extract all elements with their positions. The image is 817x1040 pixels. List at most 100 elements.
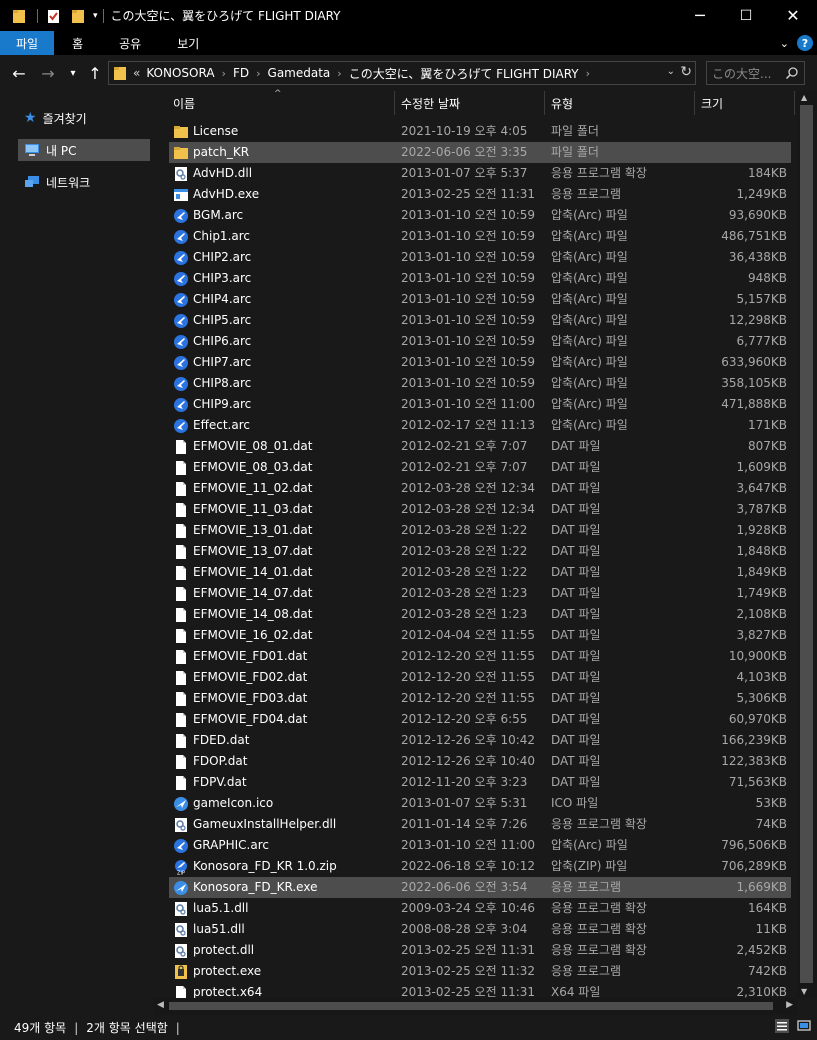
maximize-button[interactable]: ☐ bbox=[723, 0, 769, 31]
nav-item-quick-access[interactable]: ★ 즐겨찾기 bbox=[18, 107, 150, 129]
breadcrumb-konosora[interactable]: KONOSORA bbox=[146, 66, 214, 80]
file-row[interactable]: EFMOVIE_14_01.dat 2012-03-28 오전 1:22 DAT 파… bbox=[169, 562, 791, 583]
file-size: 5,157KB bbox=[736, 292, 787, 306]
file-row[interactable]: EFMOVIE_11_02.dat 2012-03-28 오전 12:34 DAT … bbox=[169, 478, 791, 499]
tab-share[interactable]: 공유 bbox=[101, 31, 159, 55]
breadcrumb-current[interactable]: この大空に、翼をひろげて FLIGHT DIARY bbox=[349, 65, 579, 82]
file-row[interactable]: EFMOVIE_FD01.dat 2012-12-20 오전 11:55 DAT 파… bbox=[169, 646, 791, 667]
file-row[interactable]: EFMOVIE_14_07.dat 2012-03-28 오전 1:23 DAT 파… bbox=[169, 583, 791, 604]
file-row[interactable]: EFMOVIE_16_02.dat 2012-04-04 오전 11:55 DAT … bbox=[169, 625, 791, 646]
file-row[interactable]: FDOP.dat 2012-12-26 오후 10:40 DAT 파일 122,383… bbox=[169, 751, 791, 772]
file-type: DAT 파일 bbox=[551, 649, 601, 663]
file-row[interactable]: lua51.dll 2008-08-28 오후 3:04 응용 프로그램 확장 11K… bbox=[169, 919, 791, 940]
file-row[interactable]: EFMOVIE_FD03.dat 2012-12-20 오전 11:55 DAT 파… bbox=[169, 688, 791, 709]
file-row[interactable]: EFMOVIE_13_01.dat 2012-03-28 오전 1:22 DAT 파… bbox=[169, 520, 791, 541]
new-folder-icon[interactable] bbox=[67, 5, 89, 27]
properties-icon[interactable] bbox=[43, 5, 65, 27]
horizontal-scrollbar[interactable]: ◀ ▶ bbox=[153, 998, 797, 1015]
file-row[interactable]: Konosora_FD_KR.exe 2022-06-06 오전 3:54 응용 프… bbox=[169, 877, 791, 898]
file-name: EFMOVIE_FD03.dat bbox=[193, 691, 308, 705]
up-button[interactable]: ↑ bbox=[84, 62, 106, 84]
file-row[interactable]: CHIP4.arc 2013-01-10 오전 10:59 압축(Arc) 파일 5,… bbox=[169, 289, 791, 310]
file-row[interactable]: Chip1.arc 2013-01-10 오전 10:59 압축(Arc) 파일 48… bbox=[169, 226, 791, 247]
file-row[interactable]: EFMOVIE_11_03.dat 2012-03-28 오전 12:34 DAT … bbox=[169, 499, 791, 520]
file-row[interactable]: EFMOVIE_08_03.dat 2012-02-21 오후 7:07 DAT 파… bbox=[169, 457, 791, 478]
column-header-size[interactable]: 크기 bbox=[695, 91, 795, 115]
file-row[interactable]: CHIP7.arc 2013-01-10 오전 10:59 압축(Arc) 파일 63… bbox=[169, 352, 791, 373]
breadcrumb-overflow[interactable]: « bbox=[133, 66, 140, 80]
file-type: DAT 파일 bbox=[551, 754, 601, 768]
minimize-button[interactable]: ─ bbox=[677, 0, 723, 31]
file-row[interactable]: GameuxInstallHelper.dll 2011-01-14 오후 7:2… bbox=[169, 814, 791, 835]
file-type: DAT 파일 bbox=[551, 691, 601, 705]
file-row[interactable]: CHIP5.arc 2013-01-10 오전 10:59 압축(Arc) 파일 12… bbox=[169, 310, 791, 331]
file-row[interactable]: BGM.arc 2013-01-10 오전 10:59 압축(Arc) 파일 93,6… bbox=[169, 205, 791, 226]
column-header-type[interactable]: 유형 bbox=[545, 91, 695, 115]
file-row[interactable]: GRAPHIC.arc 2013-01-10 오전 11:00 압축(Arc) 파일… bbox=[169, 835, 791, 856]
search-box[interactable]: この大空... bbox=[706, 61, 805, 85]
customize-toolbar-icon[interactable]: ▾ bbox=[93, 11, 98, 21]
close-button[interactable]: ✕ bbox=[770, 0, 816, 31]
breadcrumb-separator[interactable]: › bbox=[337, 67, 341, 80]
large-icons-view-icon[interactable] bbox=[797, 1019, 811, 1033]
tab-file[interactable]: 파일 bbox=[0, 31, 55, 55]
scroll-right-icon[interactable]: ▶ bbox=[786, 1000, 793, 1010]
details-view-icon[interactable] bbox=[775, 1019, 789, 1033]
vertical-scroll-thumb[interactable] bbox=[800, 105, 813, 983]
file-row[interactable]: CHIP3.arc 2013-01-10 오전 10:59 압축(Arc) 파일 94… bbox=[169, 268, 791, 289]
file-row[interactable]: Effect.arc 2012-02-17 오전 11:13 압축(Arc) 파일 1… bbox=[169, 415, 791, 436]
file-row[interactable]: protect.dll 2013-02-25 오전 11:31 응용 프로그램 확장… bbox=[169, 940, 791, 961]
nav-item-network[interactable]: 네트워크 bbox=[18, 171, 150, 193]
file-row[interactable]: CHIP6.arc 2013-01-10 오전 10:59 압축(Arc) 파일 6,… bbox=[169, 331, 791, 352]
file-type: 압축(Arc) 파일 bbox=[551, 397, 628, 411]
breadcrumb-separator[interactable]: › bbox=[586, 67, 590, 80]
file-row[interactable]: License 2021-10-19 오후 4:05 파일 폴더 bbox=[169, 121, 791, 142]
scroll-down-icon[interactable]: ▼ bbox=[801, 987, 807, 996]
file-name: GRAPHIC.arc bbox=[193, 838, 269, 852]
breadcrumb-separator[interactable]: › bbox=[256, 67, 260, 80]
address-dropdown-icon[interactable]: ⌄ bbox=[667, 66, 675, 77]
file-row[interactable]: gameIcon.ico 2013-01-07 오후 5:31 ICO 파일 53KB bbox=[169, 793, 791, 814]
file-row[interactable]: EFMOVIE_08_01.dat 2012-02-21 오후 7:07 DAT 파… bbox=[169, 436, 791, 457]
file-icon bbox=[173, 754, 189, 770]
file-row[interactable]: protect.exe 2013-02-25 오전 11:32 응용 프로그램 742… bbox=[169, 961, 791, 982]
file-date: 2012-12-20 오전 11:55 bbox=[401, 670, 536, 684]
column-header-name[interactable]: 이름 bbox=[167, 91, 395, 115]
recent-locations-icon[interactable]: ▾ bbox=[62, 62, 84, 84]
file-row[interactable]: FDED.dat 2012-12-26 오후 10:42 DAT 파일 166,239… bbox=[169, 730, 791, 751]
file-row[interactable]: patch_KR 2022-06-06 오전 3:35 파일 폴더 bbox=[169, 142, 791, 163]
file-row[interactable]: EFMOVIE_14_08.dat 2012-03-28 오전 1:23 DAT 파… bbox=[169, 604, 791, 625]
column-header-date[interactable]: 수정한 날짜 bbox=[395, 91, 545, 115]
file-row[interactable]: CHIP2.arc 2013-01-10 오전 10:59 압축(Arc) 파일 36… bbox=[169, 247, 791, 268]
file-row[interactable]: CHIP8.arc 2013-01-10 오전 10:59 압축(Arc) 파일 35… bbox=[169, 373, 791, 394]
file-row[interactable]: EFMOVIE_FD02.dat 2012-12-20 오전 11:55 DAT 파… bbox=[169, 667, 791, 688]
file-size: 358,105KB bbox=[721, 376, 787, 390]
file-row[interactable]: CHIP9.arc 2013-01-10 오전 11:00 압축(Arc) 파일 47… bbox=[169, 394, 791, 415]
breadcrumb-fd[interactable]: FD bbox=[233, 66, 249, 80]
file-type: DAT 파일 bbox=[551, 670, 601, 684]
horizontal-scroll-thumb[interactable] bbox=[169, 1002, 773, 1010]
nav-item-this-pc[interactable]: 내 PC bbox=[18, 139, 150, 161]
help-icon[interactable]: ? bbox=[797, 35, 813, 51]
file-size: 3,647KB bbox=[736, 481, 787, 495]
breadcrumb-separator[interactable]: › bbox=[222, 67, 226, 80]
breadcrumb-gamedata[interactable]: Gamedata bbox=[268, 66, 331, 80]
tab-view[interactable]: 보기 bbox=[159, 31, 217, 55]
file-row[interactable]: ZIP Konosora_FD_KR 1.0.zip 2022-06-18 오후 1… bbox=[169, 856, 791, 877]
back-button[interactable]: ← bbox=[8, 62, 30, 84]
file-row[interactable]: FDPV.dat 2012-11-20 오후 3:23 DAT 파일 71,563KB bbox=[169, 772, 791, 793]
scroll-left-icon[interactable]: ◀ bbox=[157, 1000, 164, 1010]
expand-ribbon-icon[interactable]: ⌄ bbox=[780, 37, 789, 50]
refresh-icon[interactable]: ↻ bbox=[680, 64, 692, 80]
vertical-scrollbar[interactable]: ▲ ▼ bbox=[797, 91, 817, 998]
scroll-up-icon[interactable]: ▲ bbox=[801, 93, 807, 102]
file-row[interactable]: lua5.1.dll 2009-03-24 오후 10:46 응용 프로그램 확장 1… bbox=[169, 898, 791, 919]
tab-home[interactable]: 홈 bbox=[54, 31, 101, 55]
file-row[interactable]: AdvHD.exe 2013-02-25 오전 11:31 응용 프로그램 1,249… bbox=[169, 184, 791, 205]
file-icon bbox=[173, 733, 189, 749]
file-row[interactable]: EFMOVIE_13_07.dat 2012-03-28 오전 1:22 DAT 파… bbox=[169, 541, 791, 562]
file-row[interactable]: EFMOVIE_FD04.dat 2012-12-20 오후 6:55 DAT 파일… bbox=[169, 709, 791, 730]
file-row[interactable]: AdvHD.dll 2013-01-07 오후 5:37 응용 프로그램 확장 184… bbox=[169, 163, 791, 184]
address-bar[interactable]: « KONOSORA › FD › Gamedata › この大空に、翼をひろげ… bbox=[108, 61, 696, 85]
forward-button[interactable]: → bbox=[37, 62, 59, 84]
